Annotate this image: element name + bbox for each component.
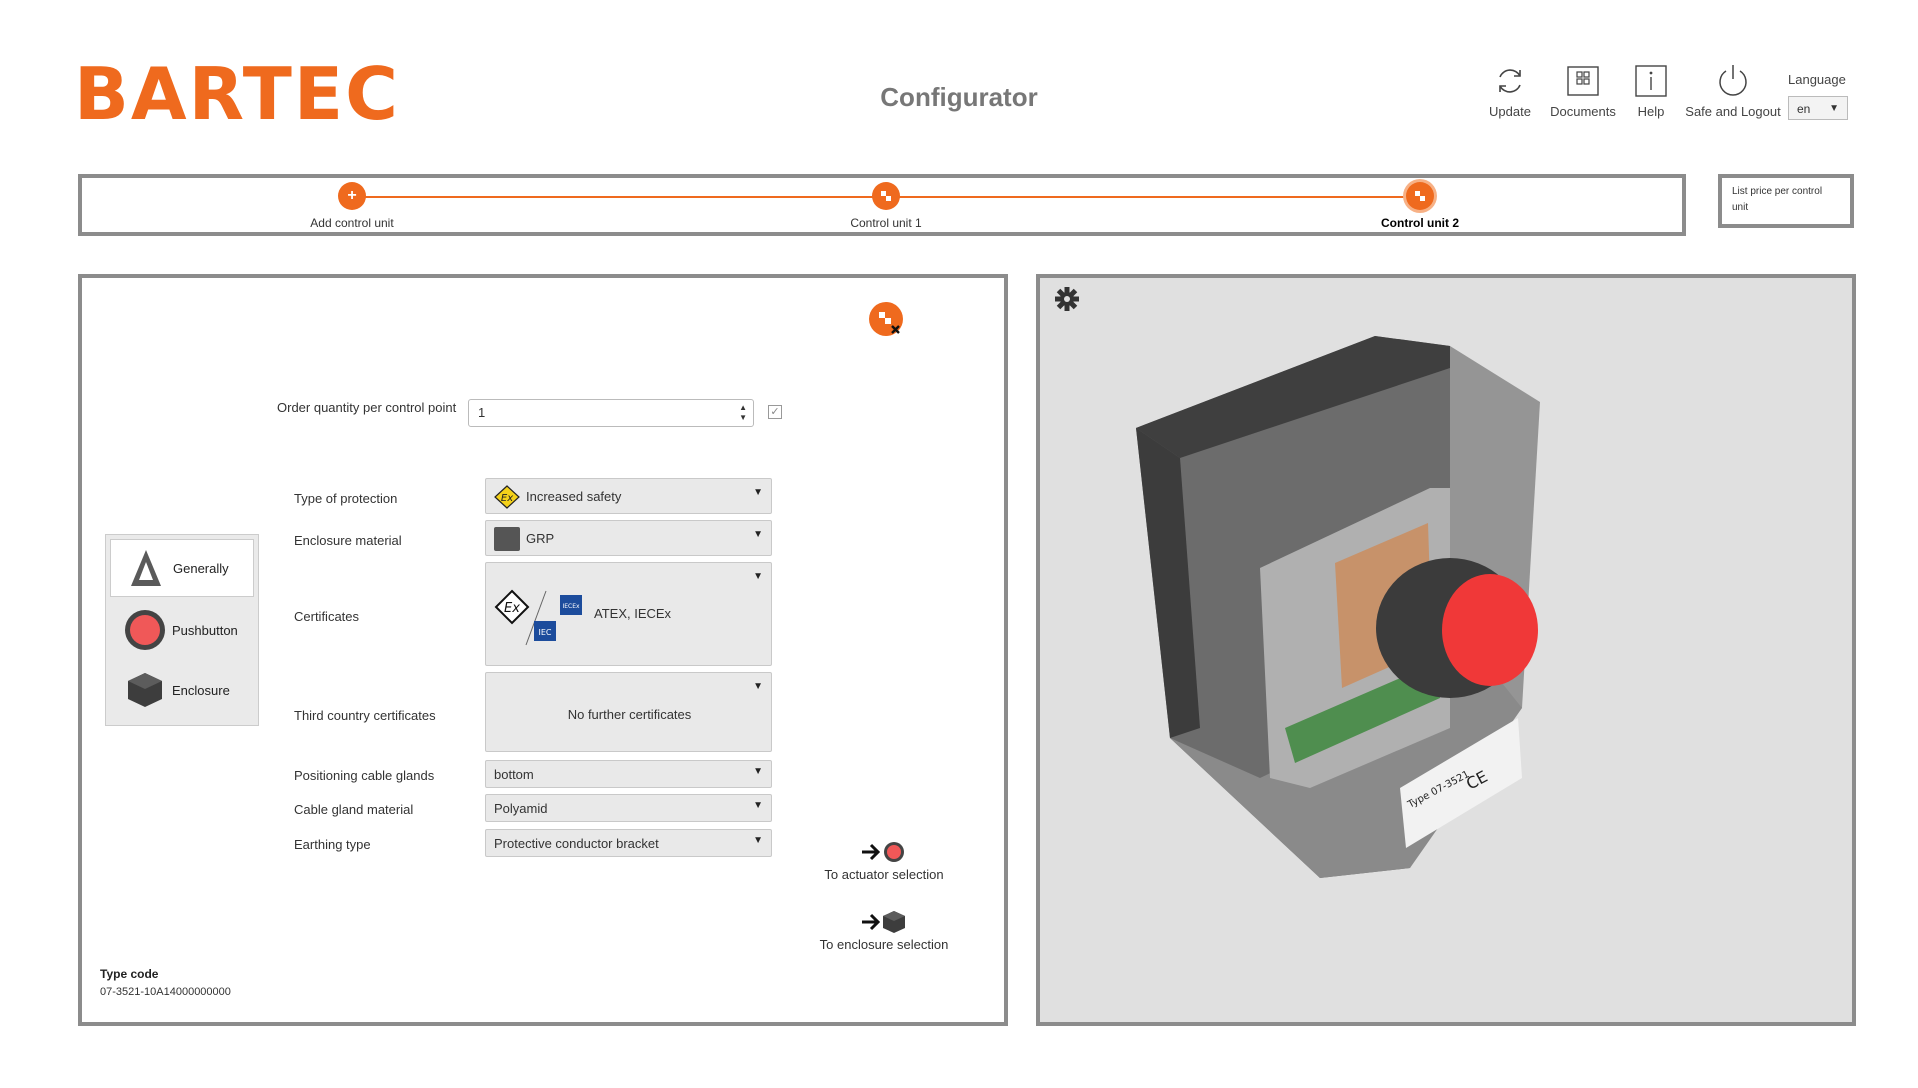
safe-logout-label: Safe and Logout [1685, 104, 1781, 119]
category-menu: Generally Pushbutton Enclosure [105, 534, 259, 726]
step-label: Add control unit [310, 216, 394, 230]
step-control-unit-1[interactable]: Control unit 1 [786, 182, 986, 230]
third-country-value: No further certificates [567, 707, 692, 722]
gear-icon[interactable] [1054, 286, 1080, 312]
menu-item-label: Generally [173, 560, 229, 576]
chevron-down-icon: ▼ [753, 487, 763, 498]
cable-glands-label: Positioning cable glands [294, 768, 435, 783]
arrow-enclosure-icon [862, 911, 905, 933]
menu-item-generally[interactable]: Generally [110, 539, 254, 597]
certificates-value: ATEX, IECEx [594, 606, 672, 621]
third-country-dropdown[interactable]: No further certificates ▼ [485, 672, 772, 752]
protection-dropdown[interactable]: Ex Increased safety ▼ [485, 478, 772, 514]
plus-icon: + [338, 182, 366, 210]
svg-text:IECEx: IECEx [562, 603, 580, 610]
grp-swatch-icon [494, 527, 520, 551]
third-country-label: Third country certificates [294, 708, 436, 723]
cable-glands-dropdown[interactable]: bottom ▼ [485, 760, 772, 788]
info-icon [1635, 65, 1667, 97]
control-unit-icon [1406, 182, 1434, 210]
quantity-checkbox[interactable]: ✓ [768, 405, 782, 419]
menu-item-enclosure[interactable]: Enclosure [110, 661, 254, 719]
update-label: Update [1489, 104, 1531, 119]
enclosure-material-value: GRP [526, 531, 555, 546]
progress-stepper: + Add control unit Control unit 1 Contro… [78, 174, 1686, 236]
list-price-box: List price per control unit [1718, 174, 1854, 228]
svg-text:Ex: Ex [504, 601, 520, 616]
chevron-down-icon: ▼ [1829, 103, 1839, 114]
chevron-down-icon: ▼ [753, 766, 763, 777]
type-code-value: 07-3521-10A14000000000 [100, 986, 231, 998]
menu-item-label: Enclosure [172, 682, 230, 698]
enclosure-material-label: Enclosure material [294, 533, 402, 548]
spinner-arrows-icon[interactable]: ▲ ▼ [739, 403, 747, 423]
chevron-down-icon: ▼ [753, 835, 763, 846]
ex-hazard-icon: Ex [494, 485, 520, 509]
svg-text:Ex: Ex [501, 493, 513, 504]
menu-item-pushbutton[interactable]: Pushbutton [110, 601, 254, 659]
to-actuator-label: To actuator selection [824, 867, 944, 882]
menu-item-label: Pushbutton [172, 622, 238, 638]
certificates-label: Certificates [294, 609, 360, 624]
quantity-value: 1 [478, 405, 486, 420]
step-label: Control unit 2 [1381, 216, 1459, 230]
to-enclosure-label: To enclosure selection [819, 937, 949, 952]
arrow-pushbutton-icon [862, 842, 904, 862]
3d-viewer[interactable]: Type 07-3521 CE [1036, 274, 1856, 1026]
earthing-dropdown[interactable]: Protective conductor bracket ▼ [485, 829, 772, 857]
chevron-down-icon: ▼ [753, 571, 763, 582]
control-unit-icon [872, 182, 900, 210]
certificates-dropdown[interactable]: Ex IEC IECEx ATEX, IECEx ▼ [485, 562, 772, 666]
remove-unit-icon [879, 312, 900, 334]
documents-button[interactable]: Documents [1546, 64, 1620, 119]
enclosure-icon [124, 669, 166, 711]
language-select[interactable]: en ▼ [1788, 96, 1848, 120]
language-value: en [1797, 102, 1811, 116]
svg-text:IEC: IEC [539, 628, 552, 637]
refresh-icon [1499, 69, 1521, 93]
chevron-down-icon: ▼ [753, 529, 763, 540]
protection-label: Type of protection [294, 491, 398, 506]
quantity-stepper[interactable]: 1 ▲ ▼ [468, 399, 754, 427]
cable-glands-value: bottom [494, 767, 534, 782]
earthing-value: Protective conductor bracket [494, 836, 659, 851]
pushbutton-icon [124, 609, 166, 651]
chevron-down-icon: ▼ [753, 681, 763, 692]
safe-logout-button[interactable]: Safe and Logout [1682, 64, 1784, 119]
atex-iecex-logos-icon: Ex IEC IECEx [494, 589, 582, 646]
step-add-control-unit[interactable]: + Add control unit [252, 182, 452, 230]
step-label: Control unit 1 [850, 216, 922, 230]
to-enclosure-link[interactable]: To enclosure selection [800, 910, 968, 952]
update-button[interactable]: Update [1482, 64, 1538, 119]
documents-label: Documents [1550, 104, 1616, 119]
earthing-label: Earthing type [294, 837, 371, 852]
gland-material-value: Polyamid [494, 801, 548, 816]
gland-material-label: Cable gland material [294, 802, 414, 817]
enclosure-3d-model: Type 07-3521 CE [1136, 336, 1540, 878]
generally-icon [125, 547, 167, 589]
power-icon [1719, 65, 1747, 96]
help-button[interactable]: Help [1630, 64, 1672, 119]
quantity-label: Order quantity per control point [277, 400, 457, 415]
enclosure-material-dropdown[interactable]: GRP ▼ [485, 520, 772, 556]
protection-value: Increased safety [526, 489, 622, 504]
help-label: Help [1637, 104, 1665, 119]
language-label: Language [1788, 72, 1846, 87]
type-code-label: Type code [100, 967, 159, 981]
documents-icon [1567, 66, 1599, 96]
to-actuator-link[interactable]: To actuator selection [800, 840, 968, 882]
gland-material-dropdown[interactable]: Polyamid ▼ [485, 794, 772, 822]
chevron-down-icon: ▼ [753, 800, 763, 811]
step-control-unit-2[interactable]: Control unit 2 [1320, 182, 1520, 230]
remove-control-unit-button[interactable] [869, 302, 903, 336]
